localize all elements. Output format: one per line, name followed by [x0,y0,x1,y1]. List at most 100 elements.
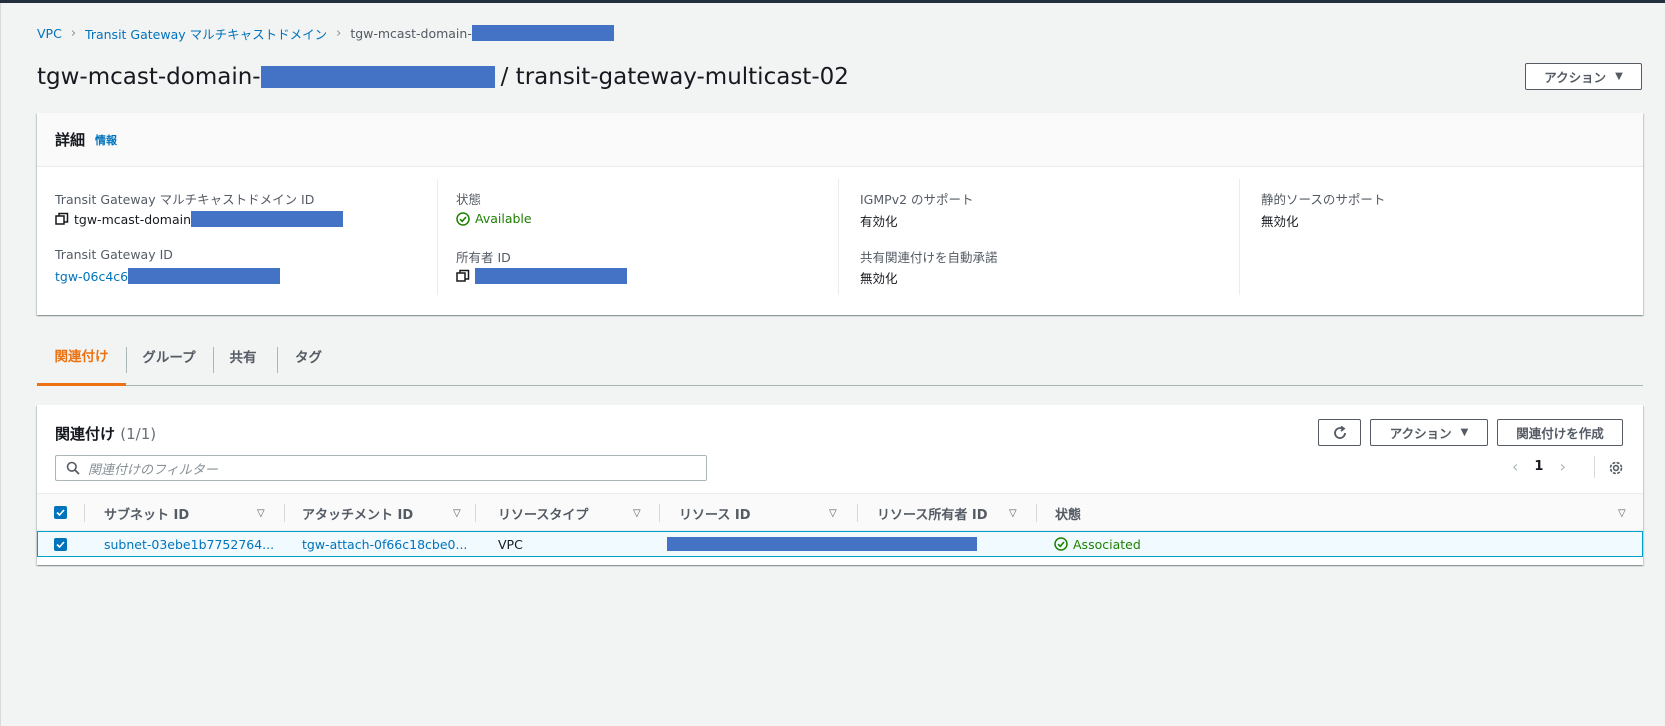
tgw-id-value[interactable]: tgw-06c4c6 [55,268,281,284]
breadcrumb-current: tgw-mcast-domain- [350,25,614,41]
breadcrumb-vpc[interactable]: VPC [37,26,62,41]
refresh-button[interactable] [1318,419,1361,446]
static-source-label: 静的ソースのサポート [1261,192,1386,207]
select-all-checkbox[interactable] [54,500,67,524]
redacted-block [667,537,977,551]
chevron-right-icon[interactable]: › [1559,457,1565,476]
owner-id-value [456,268,627,284]
page-title: tgw-mcast-domain- / transit-gateway-mult… [37,60,849,94]
table-header: サブネット ID ▽ アタッチメント ID ▽ リソースタイプ ▽ リソース I… [37,493,1643,531]
breadcrumb-multicast-domains[interactable]: Transit Gateway マルチキャストドメイン [85,24,327,43]
associations-panel: 関連付け (1/1) アクション ▼ 関連付けを作成 関連付けのフィルター ‹ … [37,405,1643,565]
column-divider [659,504,660,522]
column-divider [475,504,476,522]
refresh-icon [1333,425,1346,439]
cell-state: Associated [1054,532,1141,556]
redacted-block [191,211,344,227]
state-value: Available [456,211,532,226]
check-circle-icon [456,211,470,226]
col-attachment-id[interactable]: アタッチメント ID [302,494,413,532]
tab-groups[interactable]: グループ [126,326,212,386]
domain-id-text: tgw-mcast-domain [74,211,192,227]
caret-down-icon: ▼ [1615,71,1623,82]
cell-subnet-id[interactable]: subnet-03ebe1b7752764... [104,532,274,556]
checkbox-checked[interactable] [54,505,67,519]
associations-title: 関連付け (1/1) [55,423,156,444]
copy-icon[interactable] [456,269,470,283]
col-resource-owner-id[interactable]: リソース所有者 ID [877,494,988,532]
col-state[interactable]: 状態 [1055,494,1081,532]
tgw-id-label: Transit Gateway ID [55,247,173,262]
left-border [0,3,1,726]
cell-attachment-id[interactable]: tgw-attach-0f66c18cbe0... [302,532,467,556]
settings-gear-icon[interactable] [1608,460,1624,476]
top-bar [0,0,1665,3]
table-row[interactable]: subnet-03ebe1b7752764... tgw-attach-0f66… [37,531,1643,557]
subnet-id-link[interactable]: subnet-03ebe1b7752764... [104,537,274,552]
column-divider [857,504,858,522]
redacted-block [475,268,627,284]
igmp-value: 有効化 [860,214,898,229]
table-actions-button[interactable]: アクション ▼ [1370,419,1488,446]
tab-associations[interactable]: 関連付け [37,326,126,386]
col-resource-type[interactable]: リソースタイプ [498,494,588,532]
sort-icon[interactable]: ▽ [1618,494,1626,532]
details-title: 詳細 [55,131,86,149]
caret-down-icon: ▼ [1460,427,1469,438]
redacted-block [260,66,495,88]
create-association-button[interactable]: 関連付けを作成 [1497,419,1623,446]
associations-count: (1/1) [120,425,157,443]
redacted-block [471,25,614,41]
copy-icon[interactable] [55,212,69,226]
checkbox-checked[interactable] [54,537,67,551]
igmp-label: IGMPv2 のサポート [860,192,974,207]
sort-icon[interactable]: ▽ [257,494,265,532]
column-divider [1239,179,1240,295]
filter-placeholder: 関連付けのフィルター [88,462,218,478]
tgw-id-link[interactable]: tgw-06c4c6 [55,269,128,284]
associations-title-label: 関連付け [55,425,116,443]
state-text: Available [475,211,532,226]
table-actions-label: アクション [1389,426,1452,441]
tab-tags[interactable]: タグ [277,326,340,386]
details-panel: 詳細 情報 Transit Gateway マルチキャストドメイン ID tgw… [37,113,1643,315]
page-number[interactable]: 1 [1534,459,1543,474]
cell-resource-id [667,532,977,556]
chevron-right-icon: › [70,25,77,41]
filter-search[interactable]: 関連付けのフィルター [55,455,707,481]
sort-icon[interactable]: ▽ [633,494,641,532]
auto-accept-label: 共有関連付けを自動承諾 [860,250,998,265]
sort-icon[interactable]: ▽ [453,494,461,532]
col-resource-id[interactable]: リソース ID [679,494,751,532]
column-divider [1036,504,1037,522]
cell-resource-type: VPC [498,536,523,552]
static-source-value: 無効化 [1261,214,1299,229]
column-divider [84,504,85,522]
tab-bar: 関連付け グループ 共有 タグ [37,326,1643,386]
check-icon [56,540,65,548]
attachment-id-link[interactable]: tgw-attach-0f66c18cbe0... [302,537,467,552]
state-text: Associated [1073,536,1141,552]
pager-divider [1594,456,1595,478]
state-label: 状態 [456,192,482,207]
check-icon [56,508,65,516]
chevron-left-icon[interactable]: ‹ [1512,457,1518,476]
page-actions-button[interactable]: アクション ▼ [1525,63,1642,90]
tab-sharing[interactable]: 共有 [213,326,273,386]
check-circle-icon [1054,537,1068,551]
pagination: ‹ 1 › [1512,457,1566,476]
column-divider [284,504,285,522]
info-link[interactable]: 情報 [95,132,117,148]
sort-icon[interactable]: ▽ [829,494,837,532]
domain-id-label: Transit Gateway マルチキャストドメイン ID [55,192,315,207]
col-subnet-id[interactable]: サブネット ID [104,494,189,532]
page-actions-label: アクション [1544,70,1607,85]
chevron-right-icon: › [336,25,342,41]
search-icon [66,461,80,475]
page-title-prefix: tgw-mcast-domain- [37,64,261,90]
row-checkbox[interactable] [54,532,67,556]
column-divider [838,179,839,295]
breadcrumb: VPC › Transit Gateway マルチキャストドメイン › tgw-… [37,24,614,42]
redacted-block [128,268,281,284]
sort-icon[interactable]: ▽ [1009,494,1017,532]
